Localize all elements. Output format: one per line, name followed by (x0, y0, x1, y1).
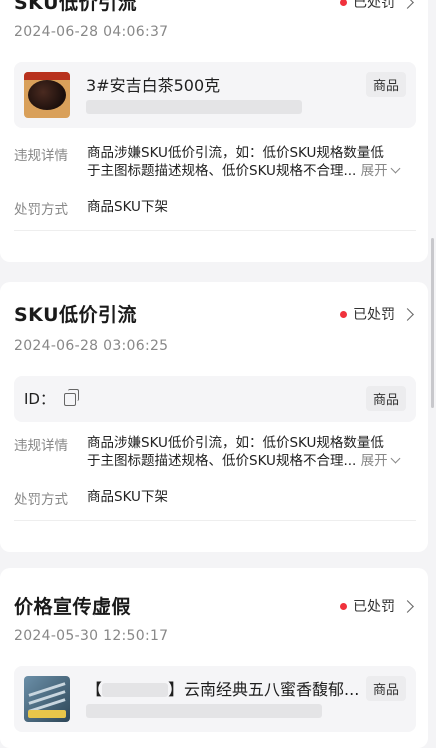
chevron-right-icon[interactable] (401, 599, 414, 613)
product-box[interactable]: 3#安吉白茶500克 商品 (14, 62, 416, 128)
details-line2: 于主图标题描述规格、低价SKU规格不合理... (87, 163, 357, 179)
chevron-down-icon (390, 163, 401, 174)
punish-value: 商品SKU下架 (87, 199, 168, 215)
violation-title: 价格宣传虚假 (14, 596, 132, 618)
punish-value: 商品SKU下架 (87, 489, 168, 505)
punish-row: 处罚方式 商品SKU下架 (14, 198, 416, 218)
status-text: 已处罚 (353, 599, 395, 615)
status-text: 已处罚 (353, 307, 395, 323)
scrollbar[interactable] (431, 238, 434, 408)
violation-date: 2024-06-28 03:06:25 (14, 338, 169, 354)
details-label: 违规详情 (14, 438, 68, 454)
blurred-text (86, 100, 302, 114)
status-badge[interactable]: 已处罚 (340, 304, 414, 324)
product-thumbnail (24, 676, 70, 722)
expand-button[interactable]: 展开 (361, 163, 401, 179)
divider (14, 520, 416, 521)
product-thumbnail (24, 72, 70, 118)
id-label: ID： (24, 390, 55, 408)
violation-card-1[interactable]: SKU低价引流 已处罚 2024-06-28 04:06:37 3#安吉白茶50… (0, 0, 428, 262)
details-value: 商品涉嫌SKU低价引流，如：低价SKU规格数量低 于主图标题描述规格、低价SKU… (87, 144, 405, 180)
product-id-box[interactable]: ID： 商品 (14, 376, 416, 422)
details-value: 商品涉嫌SKU低价引流，如：低价SKU规格数量低 于主图标题描述规格、低价SKU… (87, 434, 405, 470)
product-box[interactable]: 【】云南经典五八蜜香馥郁... 商品 (14, 666, 416, 732)
product-name: 【】云南经典五八蜜香馥郁... (86, 680, 360, 699)
punish-label: 处罚方式 (14, 492, 68, 508)
status-dot-icon (340, 0, 347, 6)
violation-title: SKU低价引流 (14, 304, 138, 326)
chevron-right-icon[interactable] (401, 0, 414, 9)
status-badge[interactable]: 已处罚 (340, 596, 414, 616)
details-line2: 于主图标题描述规格、低价SKU规格不合理... (87, 453, 357, 469)
violation-card-3[interactable]: 价格宣传虚假 已处罚 2024-05-30 12:50:17 【】云南经典五八蜜… (0, 568, 428, 748)
punish-row: 处罚方式 商品SKU下架 (14, 488, 416, 508)
violation-date: 2024-05-30 12:50:17 (14, 628, 169, 644)
product-badge: 商品 (365, 386, 406, 411)
details-line1: 商品涉嫌SKU低价引流，如：低价SKU规格数量低 (87, 145, 384, 161)
status-dot-icon (340, 602, 347, 610)
status-text: 已处罚 (353, 0, 395, 11)
details-line1: 商品涉嫌SKU低价引流，如：低价SKU规格数量低 (87, 435, 384, 451)
status-dot-icon (340, 310, 347, 318)
expand-button[interactable]: 展开 (361, 453, 401, 469)
violation-card-2[interactable]: SKU低价引流 已处罚 2024-06-28 03:06:25 ID： 商品 违… (0, 282, 428, 552)
product-badge: 商品 (365, 676, 406, 701)
product-name: 3#安吉白茶500克 (86, 76, 221, 95)
divider (14, 230, 416, 231)
status-badge[interactable]: 已处罚 (340, 0, 414, 12)
violation-date: 2024-06-28 04:06:37 (14, 24, 169, 40)
blurred-text (86, 704, 322, 718)
punish-label: 处罚方式 (14, 202, 68, 218)
copy-icon[interactable] (64, 389, 79, 406)
chevron-down-icon (390, 453, 401, 464)
chevron-right-icon[interactable] (401, 307, 414, 321)
details-row: 违规详情 商品涉嫌SKU低价引流，如：低价SKU规格数量低 于主图标题描述规格、… (14, 434, 416, 474)
details-label: 违规详情 (14, 148, 68, 164)
product-badge: 商品 (365, 72, 406, 97)
violation-title: SKU低价引流 (14, 0, 138, 14)
details-row: 违规详情 商品涉嫌SKU低价引流，如：低价SKU规格数量低 于主图标题描述规格、… (14, 144, 416, 184)
